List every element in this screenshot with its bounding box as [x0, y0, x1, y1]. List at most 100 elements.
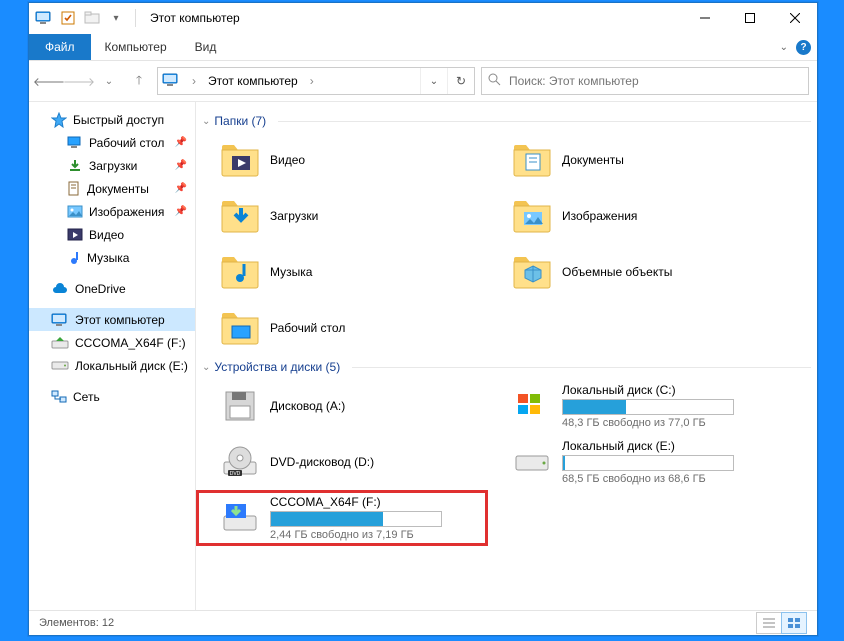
nav-forward-button[interactable]: 🡒 [67, 69, 91, 93]
properties-icon[interactable] [59, 9, 77, 27]
address-bar[interactable]: › Этот компьютер › ⌄ ↻ [157, 67, 475, 95]
qat-customize-icon[interactable]: ▾ [107, 9, 125, 27]
group-title: Папки (7) [214, 114, 266, 128]
folder-tile[interactable]: Видео [196, 132, 488, 188]
quick-access-toolbar: ▾ [29, 9, 146, 27]
folder-tile[interactable]: Рабочий стол [196, 300, 488, 356]
this-pc-icon [162, 73, 180, 90]
capacity-bar [562, 399, 734, 415]
sidebar-item-music[interactable]: Музыка [29, 246, 195, 269]
search-input[interactable] [507, 73, 808, 89]
maximize-button[interactable] [727, 3, 772, 33]
sidebar-item-desktop[interactable]: Рабочий стол 📌 [29, 131, 195, 154]
breadcrumb-chevron-icon[interactable]: › [304, 74, 320, 88]
tile-subtext: 68,5 ГБ свободно из 68,6 ГБ [562, 473, 734, 485]
sidebar-label: Изображения [89, 205, 164, 219]
tile-label: Музыка [270, 265, 312, 279]
title-bar: ▾ Этот компьютер [29, 3, 817, 34]
nav-up-button[interactable]: 🡑 [127, 69, 151, 93]
sidebar-item-pictures[interactable]: Изображения 📌 [29, 200, 195, 223]
help-icon[interactable]: ? [796, 40, 811, 55]
tile-label: Рабочий стол [270, 321, 345, 335]
search-icon [488, 73, 501, 89]
sidebar-item-local-e[interactable]: Локальный диск (E:) [29, 354, 195, 377]
view-details-button[interactable] [756, 612, 782, 634]
sidebar-item-quick-access[interactable]: Быстрый доступ [29, 108, 195, 131]
this-pc-small-icon [35, 9, 53, 27]
sidebar-item-onedrive[interactable]: OneDrive [29, 277, 195, 300]
tile-label: Документы [562, 153, 624, 167]
sidebar-label: Рабочий стол [89, 136, 164, 150]
folder-tile[interactable]: Музыка [196, 244, 488, 300]
sidebar-item-network[interactable]: Сеть [29, 385, 195, 408]
tab-view[interactable]: Вид [181, 34, 231, 60]
drive-tile[interactable]: CCCOMA_X64F (F:) 2,44 ГБ свободно из 7,1… [196, 490, 488, 546]
minimize-button[interactable] [682, 3, 727, 33]
pin-icon: 📌 [175, 137, 187, 148]
pin-icon: 📌 [175, 206, 187, 217]
drive-tile[interactable]: DVD DVD-дисковод (D:) [196, 434, 488, 490]
drive-icon [220, 386, 260, 426]
breadcrumb-this-pc[interactable]: Этот компьютер [208, 74, 298, 88]
sidebar-item-cccoma-drive[interactable]: CCCOMA_X64F (F:) [29, 331, 195, 354]
address-dropdown-icon[interactable]: ⌄ [420, 68, 447, 94]
navigation-pane: Быстрый доступ Рабочий стол 📌 Загрузки 📌… [29, 102, 196, 610]
chevron-down-icon: ⌄ [202, 362, 210, 373]
folder-icon [220, 196, 260, 236]
drive-icon [512, 442, 552, 482]
capacity-bar [562, 455, 734, 471]
refresh-icon[interactable]: ↻ [447, 68, 474, 94]
tile-label: Загрузки [270, 209, 318, 223]
music-icon [67, 250, 81, 266]
group-header-folders[interactable]: ⌄ Папки (7) [196, 110, 811, 132]
sidebar-label: OneDrive [75, 282, 126, 296]
sidebar-label: Загрузки [89, 159, 137, 173]
folder-tile[interactable]: Документы [488, 132, 780, 188]
tab-computer[interactable]: Компьютер [91, 34, 181, 60]
sidebar-item-this-pc[interactable]: Этот компьютер [29, 308, 195, 331]
folder-tile[interactable]: Изображения [488, 188, 780, 244]
network-icon [51, 390, 67, 404]
drives-tiles: Дисковод (A:) Локальный диск (C:) 48,3 Г… [196, 378, 811, 546]
drive-tile[interactable]: Локальный диск (E:) 68,5 ГБ свободно из … [488, 434, 780, 490]
tile-label: Изображения [562, 209, 637, 223]
search-box[interactable] [481, 67, 809, 95]
folder-tile[interactable]: Объемные объекты [488, 244, 780, 300]
folder-icon [512, 196, 552, 236]
nav-history-dropdown[interactable]: ⌄ [97, 69, 121, 93]
drive-tile[interactable]: Локальный диск (C:) 48,3 ГБ свободно из … [488, 378, 780, 434]
tile-label: Видео [270, 153, 305, 167]
group-header-drives[interactable]: ⌄ Устройства и диски (5) [196, 356, 811, 378]
sidebar-label: Этот компьютер [75, 313, 165, 327]
content-pane: ⌄ Папки (7) Видео Документы Загрузки Изо… [196, 102, 817, 610]
install-drive-icon [51, 336, 69, 350]
status-bar: Элементов: 12 [29, 610, 817, 635]
ribbon: Файл Компьютер Вид ⌄ ? [29, 34, 817, 61]
tile-label: Объемные объекты [562, 265, 672, 279]
drive-icon [512, 386, 552, 426]
view-large-icons-button[interactable] [781, 612, 807, 634]
file-tab[interactable]: Файл [29, 34, 91, 60]
sidebar-item-documents[interactable]: Документы 📌 [29, 177, 195, 200]
tile-label: Локальный диск (C:) [562, 383, 734, 397]
nav-back-button[interactable]: 🡐 [37, 69, 61, 93]
breadcrumb-chevron-icon[interactable]: › [186, 74, 202, 88]
pictures-icon [67, 205, 83, 219]
sidebar-item-downloads[interactable]: Загрузки 📌 [29, 154, 195, 177]
drive-tile[interactable]: Дисковод (A:) [196, 378, 488, 434]
sidebar-item-videos[interactable]: Видео [29, 223, 195, 246]
sidebar-label: Музыка [87, 251, 129, 265]
tile-label: CCCOMA_X64F (F:) [270, 495, 442, 509]
drive-icon: DVD [220, 442, 260, 482]
ribbon-expand-icon[interactable]: ⌄ [780, 42, 788, 53]
folder-icon [220, 252, 260, 292]
svg-text:DVD: DVD [230, 471, 241, 477]
folder-icon [220, 308, 260, 348]
drive-icon [51, 360, 69, 372]
folders-tiles: Видео Документы Загрузки Изображения Муз… [196, 132, 811, 356]
folder-tile[interactable]: Загрузки [196, 188, 488, 244]
new-folder-icon[interactable] [83, 9, 101, 27]
explorer-window: ▾ Этот компьютер Файл Компьютер Вид ⌄ ? … [28, 2, 818, 636]
tile-label: Дисковод (A:) [270, 399, 345, 413]
close-button[interactable] [772, 3, 817, 33]
